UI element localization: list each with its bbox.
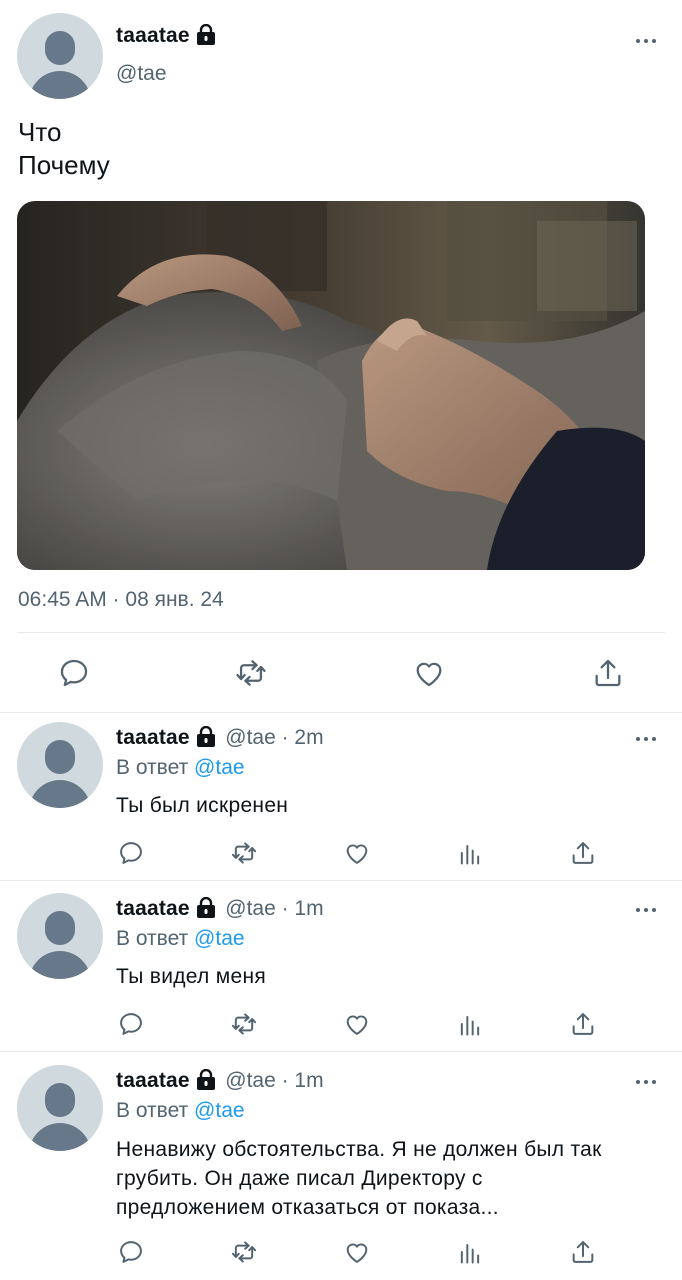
divider — [0, 880, 682, 881]
reply-text: Ты видел меня — [116, 965, 267, 988]
handle[interactable]: @tae — [225, 1069, 276, 1092]
author-name-row: taaatae — [116, 24, 217, 51]
like-icon[interactable] — [343, 1238, 371, 1266]
reply-time[interactable]: · 1m — [276, 897, 324, 920]
avatar[interactable] — [17, 13, 103, 99]
avatar[interactable] — [17, 1065, 103, 1151]
reply-time[interactable]: · 1m — [276, 1069, 324, 1092]
retweet-icon[interactable] — [234, 656, 268, 690]
share-icon[interactable] — [591, 656, 625, 690]
lock-icon — [195, 726, 217, 753]
mention-link[interactable]: @tae — [194, 1099, 245, 1122]
in-reply-label: В ответ — [116, 1099, 195, 1122]
mention-link[interactable]: @tae — [194, 756, 245, 779]
display-name[interactable]: taaatae — [116, 897, 190, 920]
tweet-text-line: Почему — [18, 150, 110, 180]
divider — [17, 632, 665, 633]
tweet-text: Что Почему — [18, 116, 110, 182]
in-reply-to: В ответ @tae — [116, 927, 245, 951]
tweet-timestamp[interactable]: 06:45 AM · 08 янв. 24 — [18, 588, 224, 612]
views-icon[interactable] — [456, 1238, 484, 1266]
retweet-icon[interactable] — [230, 839, 258, 867]
display-name[interactable]: taaatae — [116, 726, 190, 749]
reply-header: taaatae @tae · 1m — [116, 1069, 324, 1096]
in-reply-label: В ответ — [116, 756, 195, 779]
more-icon[interactable] — [636, 1077, 660, 1087]
lock-icon — [195, 897, 217, 924]
avatar[interactable] — [17, 893, 103, 979]
reply-icon[interactable] — [117, 839, 145, 867]
avatar[interactable] — [17, 722, 103, 808]
reply-text: Ты был искренен — [116, 794, 289, 817]
in-reply-to: В ответ @tae — [116, 756, 245, 780]
reply-header: taaatae @tae · 1m — [116, 897, 324, 924]
mention-link[interactable]: @tae — [194, 927, 245, 950]
more-icon[interactable] — [636, 734, 660, 744]
reply-icon[interactable] — [117, 1010, 145, 1038]
reply-tweet[interactable]: taaatae @tae · 2m В ответ @tae Ты был ис… — [0, 714, 682, 880]
display-name[interactable]: taaatae — [116, 1069, 190, 1092]
reply-icon[interactable] — [57, 656, 91, 690]
more-icon[interactable] — [636, 36, 660, 46]
handle[interactable]: @tae — [225, 897, 276, 920]
lock-icon — [195, 24, 217, 51]
reply-icon[interactable] — [117, 1238, 145, 1266]
like-icon[interactable] — [343, 839, 371, 867]
views-icon[interactable] — [456, 839, 484, 867]
reply-time[interactable]: · 2m — [276, 726, 324, 749]
in-reply-to: В ответ @tae — [116, 1099, 245, 1123]
more-icon[interactable] — [636, 905, 660, 915]
display-name[interactable]: taaatae — [116, 24, 190, 47]
views-icon[interactable] — [456, 1010, 484, 1038]
share-icon[interactable] — [569, 1238, 597, 1266]
share-icon[interactable] — [569, 839, 597, 867]
reply-header: taaatae @tae · 2m — [116, 726, 324, 753]
like-icon[interactable] — [343, 1010, 371, 1038]
divider — [0, 1051, 682, 1052]
reply-tweet[interactable]: taaatae @tae · 1m В ответ @tae Ненавижу … — [0, 1057, 682, 1280]
reply-text: Ненавижу обстоятельства. Я не должен был… — [116, 1138, 602, 1219]
in-reply-label: В ответ — [116, 927, 195, 950]
retweet-icon[interactable] — [230, 1010, 258, 1038]
tweet-media-image[interactable] — [17, 201, 645, 570]
lock-icon — [195, 1069, 217, 1096]
tweet-text-line: Что — [18, 117, 62, 147]
share-icon[interactable] — [569, 1010, 597, 1038]
handle[interactable]: @tae — [225, 726, 276, 749]
reply-tweet[interactable]: taaatae @tae · 1m В ответ @tae Ты видел … — [0, 885, 682, 1051]
divider — [0, 712, 682, 713]
handle[interactable]: @tae — [116, 62, 167, 86]
like-icon[interactable] — [412, 656, 446, 690]
retweet-icon[interactable] — [230, 1238, 258, 1266]
